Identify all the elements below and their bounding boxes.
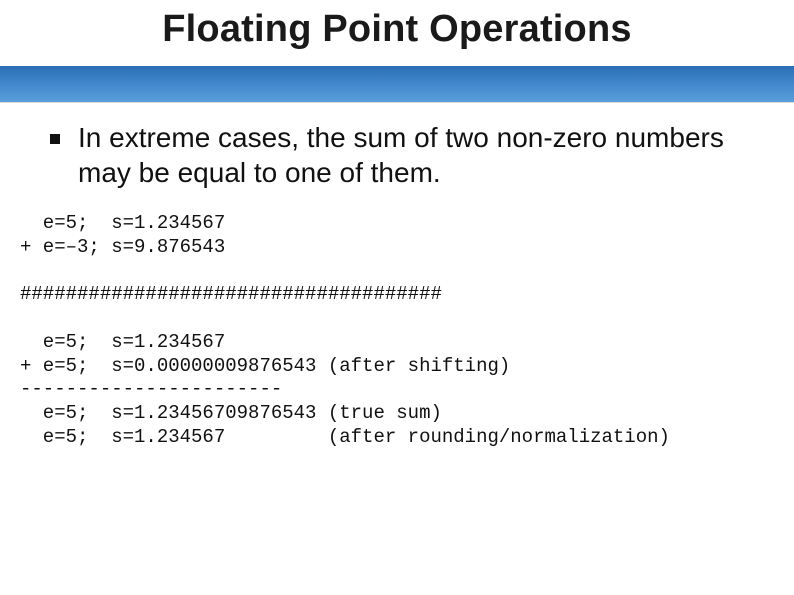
code-dash: ----------------------- — [20, 378, 282, 400]
code-line: + e=–3; s=9.876543 — [20, 236, 225, 258]
bullet-item: In extreme cases, the sum of two non-zer… — [50, 120, 754, 190]
code-block: e=5; s=1.234567 + e=–3; s=9.876543 #####… — [20, 212, 754, 450]
code-line: e=5; s=1.23456709876543 (true sum) — [20, 402, 442, 424]
slide-title: Floating Point Operations — [0, 8, 794, 51]
code-separator: ##################################### — [20, 283, 442, 305]
code-line: e=5; s=1.234567 (after rounding/normaliz… — [20, 426, 670, 448]
header-band — [0, 66, 794, 102]
square-bullet-icon — [50, 134, 60, 144]
slide: Floating Point Operations In extreme cas… — [0, 0, 794, 595]
code-line: e=5; s=1.234567 — [20, 331, 225, 353]
code-line: + e=5; s=0.00000009876543 (after shiftin… — [20, 355, 510, 377]
slide-content: In extreme cases, the sum of two non-zer… — [50, 120, 754, 450]
bullet-text: In extreme cases, the sum of two non-zer… — [78, 120, 754, 190]
code-line: e=5; s=1.234567 — [20, 212, 225, 234]
